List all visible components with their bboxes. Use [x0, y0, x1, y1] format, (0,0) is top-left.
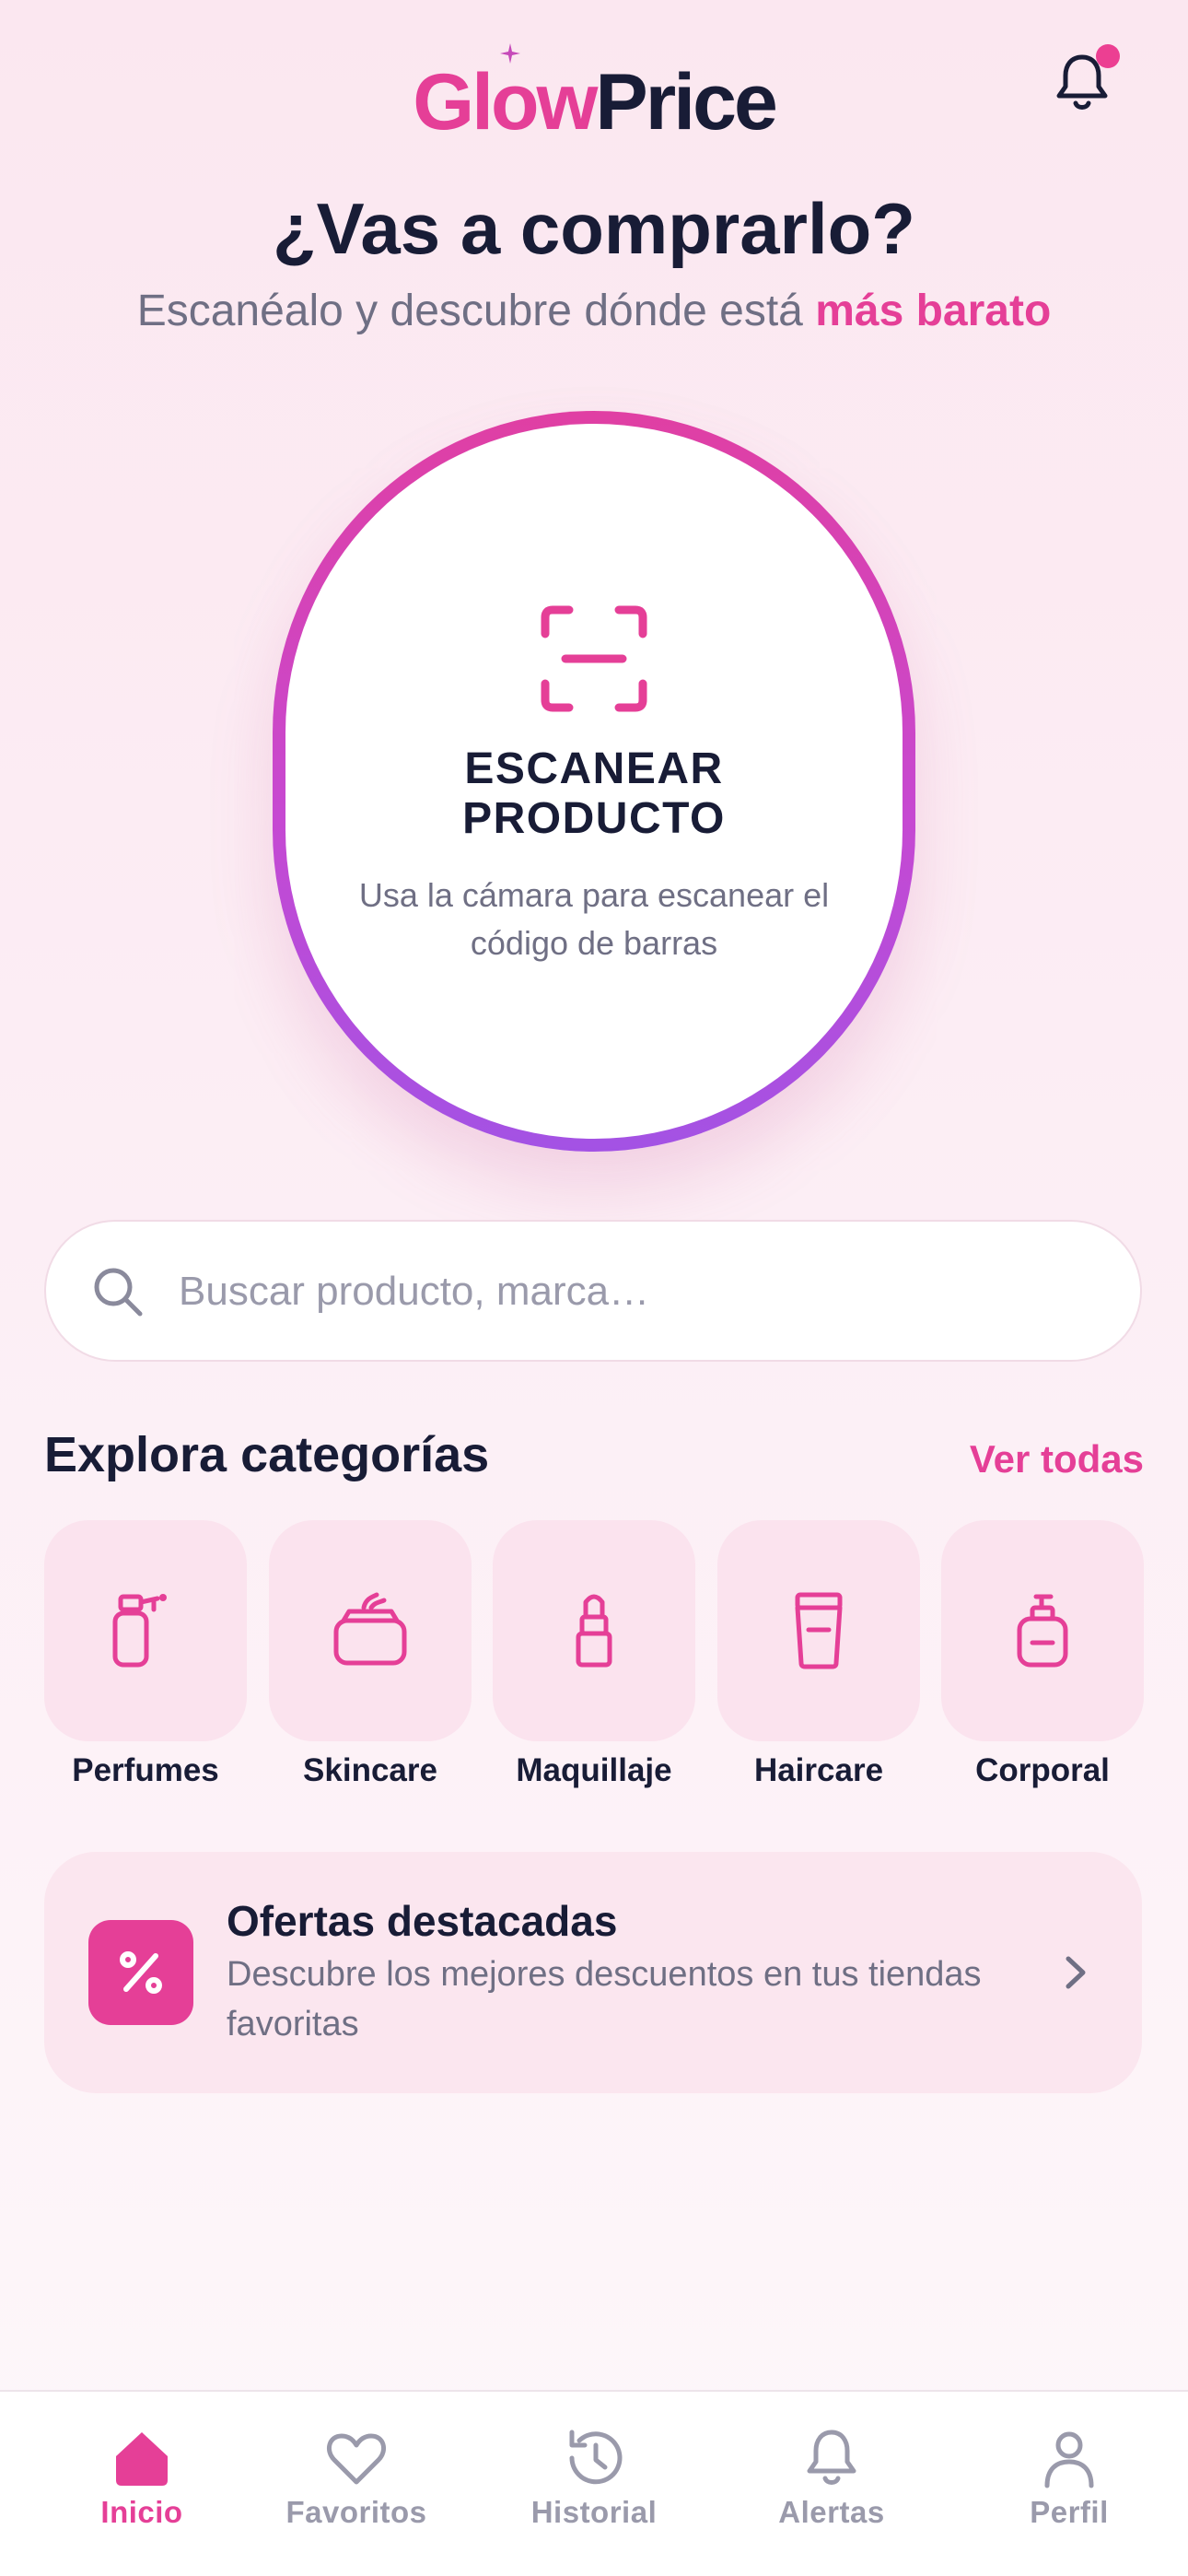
home-icon — [116, 2432, 168, 2486]
cream-jar-icon — [333, 1592, 407, 1666]
search-icon — [94, 1268, 143, 1317]
nav-label: Alertas — [778, 2495, 885, 2529]
bell-icon — [807, 2430, 856, 2485]
subtitle-highlight: más barato — [815, 287, 1052, 335]
nav-item-favoritos[interactable]: Favoritos — [238, 2425, 475, 2530]
offers-title: Ofertas destacadas — [227, 1897, 618, 1945]
nav-item-perfil[interactable]: Perfil — [950, 2425, 1188, 2530]
category-label: Corporal — [975, 1752, 1110, 1788]
offers-description: Descubre los mejores descuentos en tus t… — [227, 1955, 982, 2043]
category-label: Maquillaje — [516, 1752, 672, 1788]
history-icon — [569, 2430, 623, 2485]
categories-title: Explora categorías — [44, 1427, 490, 1482]
category-tile — [44, 1520, 247, 1741]
lotion-pump-icon — [1017, 1594, 1068, 1668]
category-label: Skincare — [303, 1752, 437, 1788]
subtitle-text: Escanéalo y descubre dónde está — [136, 287, 816, 335]
category-maquillaje[interactable]: Maquillaje — [493, 1520, 695, 1789]
category-tile — [269, 1520, 472, 1741]
nav-label: Favoritos — [285, 2495, 427, 2529]
category-label: Perfumes — [72, 1752, 219, 1788]
category-tile — [717, 1520, 920, 1741]
category-tile — [941, 1520, 1144, 1741]
heart-icon — [326, 2433, 387, 2485]
offers-badge — [88, 1920, 193, 2025]
hair-product-icon — [795, 1592, 843, 1669]
nav-item-inicio[interactable]: Inicio — [23, 2425, 261, 2530]
perfume-bottle-icon — [112, 1594, 167, 1668]
scan-title: ESCANEAR PRODUCTO — [318, 744, 870, 844]
notification-badge — [1096, 44, 1120, 68]
nav-label: Perfil — [1030, 2495, 1109, 2529]
nav-item-historial[interactable]: Historial — [475, 2425, 713, 2530]
category-label: Haircare — [753, 1752, 884, 1788]
category-corporal[interactable]: Corporal — [941, 1520, 1144, 1789]
nav-label: Inicio — [100, 2495, 183, 2529]
page-title: ¿Vas a comprarlo? — [273, 188, 915, 269]
scan-title-line1: ESCANEAR — [464, 744, 724, 793]
scan-description: Usa la cámara para escanear el código de… — [358, 876, 830, 962]
page-subtitle: Escanéalo y descubre dónde está más bara… — [0, 286, 1188, 336]
category-perfumes[interactable]: Perfumes — [44, 1520, 247, 1789]
lipstick-icon — [576, 1594, 612, 1668]
percent-icon — [120, 1951, 162, 1994]
app-logo: GlowPrice — [0, 63, 1188, 142]
scan-title-line2: PRODUCTO — [462, 794, 726, 843]
search-input[interactable] — [179, 1253, 1100, 1330]
user-icon — [1044, 2431, 1094, 2488]
chevron-right-icon — [1066, 1956, 1086, 1989]
logo-price: Price — [595, 58, 777, 146]
see-all-categories-link[interactable]: Ver todas — [970, 1437, 1144, 1481]
nav-item-alertas[interactable]: Alertas — [713, 2425, 950, 2530]
category-skincare[interactable]: Skincare — [269, 1520, 472, 1789]
nav-label: Historial — [530, 2495, 658, 2529]
category-haircare[interactable]: Haircare — [717, 1520, 920, 1789]
barcode-scan-icon — [541, 605, 647, 712]
logo-glow: Glow — [413, 58, 598, 146]
category-tile — [493, 1520, 695, 1741]
